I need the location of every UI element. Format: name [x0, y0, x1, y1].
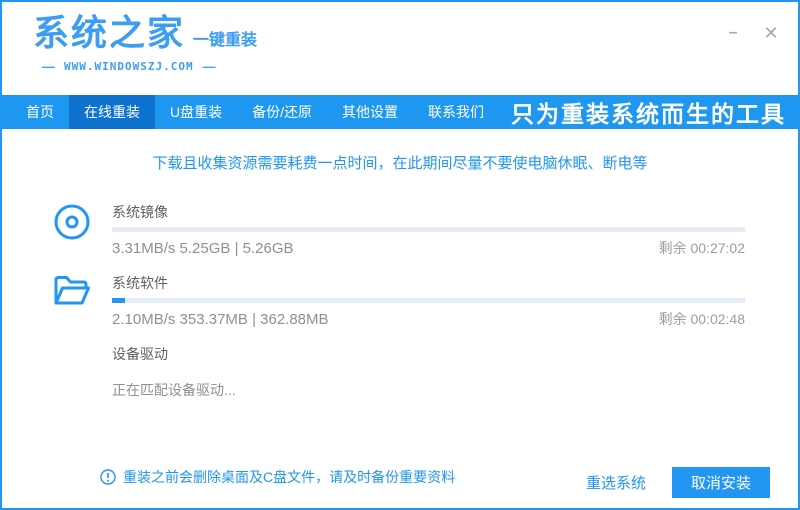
task-name: 系统镜像 [112, 204, 168, 220]
header: 系统之家 一键重装 — WWW.WINDOWSZJ.COM — – ✕ [2, 2, 798, 95]
logo: 系统之家 一键重装 — WWW.WINDOWSZJ.COM — [33, 12, 258, 75]
footer-actions: 重选系统 取消安装 [586, 467, 770, 498]
nav-tab-online-reinstall[interactable]: 在线重装 [69, 95, 155, 129]
task-name: 系统软件 [112, 275, 168, 291]
dash-left: — [42, 59, 55, 74]
close-icon[interactable]: ✕ [760, 22, 782, 44]
download-stats: 2.10MB/s 353.37MB | 362.88MB [112, 311, 329, 328]
task-device-driver: 设备驱动 正在匹配设备驱动... [2, 344, 798, 400]
nav-slogan: 只为重装系统而生的工具 [511, 101, 786, 127]
nav-bar: 首页 在线重装 U盘重装 备份/还原 其他设置 联系我们 只为重装系统而生的工具 [2, 95, 798, 129]
time-remaining: 剩余 00:27:02 [658, 240, 745, 256]
folder-icon [53, 274, 91, 313]
reselect-system-button[interactable]: 重选系统 [586, 472, 646, 493]
nav-tab-other-settings[interactable]: 其他设置 [327, 95, 413, 129]
logo-subtitle: 一键重装 [193, 32, 258, 49]
time-remaining: 剩余 00:02:48 [658, 311, 745, 327]
app-window: 系统之家 一键重装 — WWW.WINDOWSZJ.COM — – ✕ 首页 在… [0, 0, 800, 510]
nav-tab-usb-reinstall[interactable]: U盘重装 [155, 95, 237, 129]
task-status: 正在匹配设备驱动... [112, 382, 236, 398]
logo-text: 系统之家 [33, 12, 186, 53]
window-controls: – ✕ [722, 22, 782, 44]
task-system-image: 系统镜像 3.31MB/s 5.25GB | 5.26GB 剩余 00:27:0… [2, 202, 798, 258]
nav-tab-contact-us[interactable]: 联系我们 [413, 95, 499, 129]
task-system-software: 系统软件 2.10MB/s 353.37MB | 362.88MB 剩余 00:… [2, 273, 798, 329]
task-list: 系统镜像 3.31MB/s 5.25GB | 5.26GB 剩余 00:27:0… [2, 202, 798, 400]
nav-tab-backup-restore[interactable]: 备份/还原 [237, 95, 327, 129]
progress-bar-system-image [112, 227, 745, 232]
nav-tab-home[interactable]: 首页 [11, 95, 69, 129]
progress-bar-system-software [112, 298, 745, 303]
warning-text: 重装之前会删除桌面及C盘文件，请及时备份重要资料 [123, 469, 456, 485]
website-line: — WWW.WINDOWSZJ.COM — [33, 59, 257, 74]
download-stats: 3.31MB/s 5.25GB | 5.26GB [112, 240, 294, 257]
cancel-install-button[interactable]: 取消安装 [672, 467, 770, 498]
warning-icon [100, 469, 116, 485]
notice-text: 下载且收集资源需要耗费一点时间，在此期间尽量不要使电脑休眠、断电等 [152, 155, 648, 172]
disc-icon [53, 203, 91, 246]
dash-right: — [202, 59, 216, 74]
task-name: 设备驱动 [112, 346, 168, 362]
website-url: WWW.WINDOWSZJ.COM [64, 60, 194, 73]
minimize-icon[interactable]: – [722, 22, 744, 44]
progress-fill [112, 298, 125, 303]
